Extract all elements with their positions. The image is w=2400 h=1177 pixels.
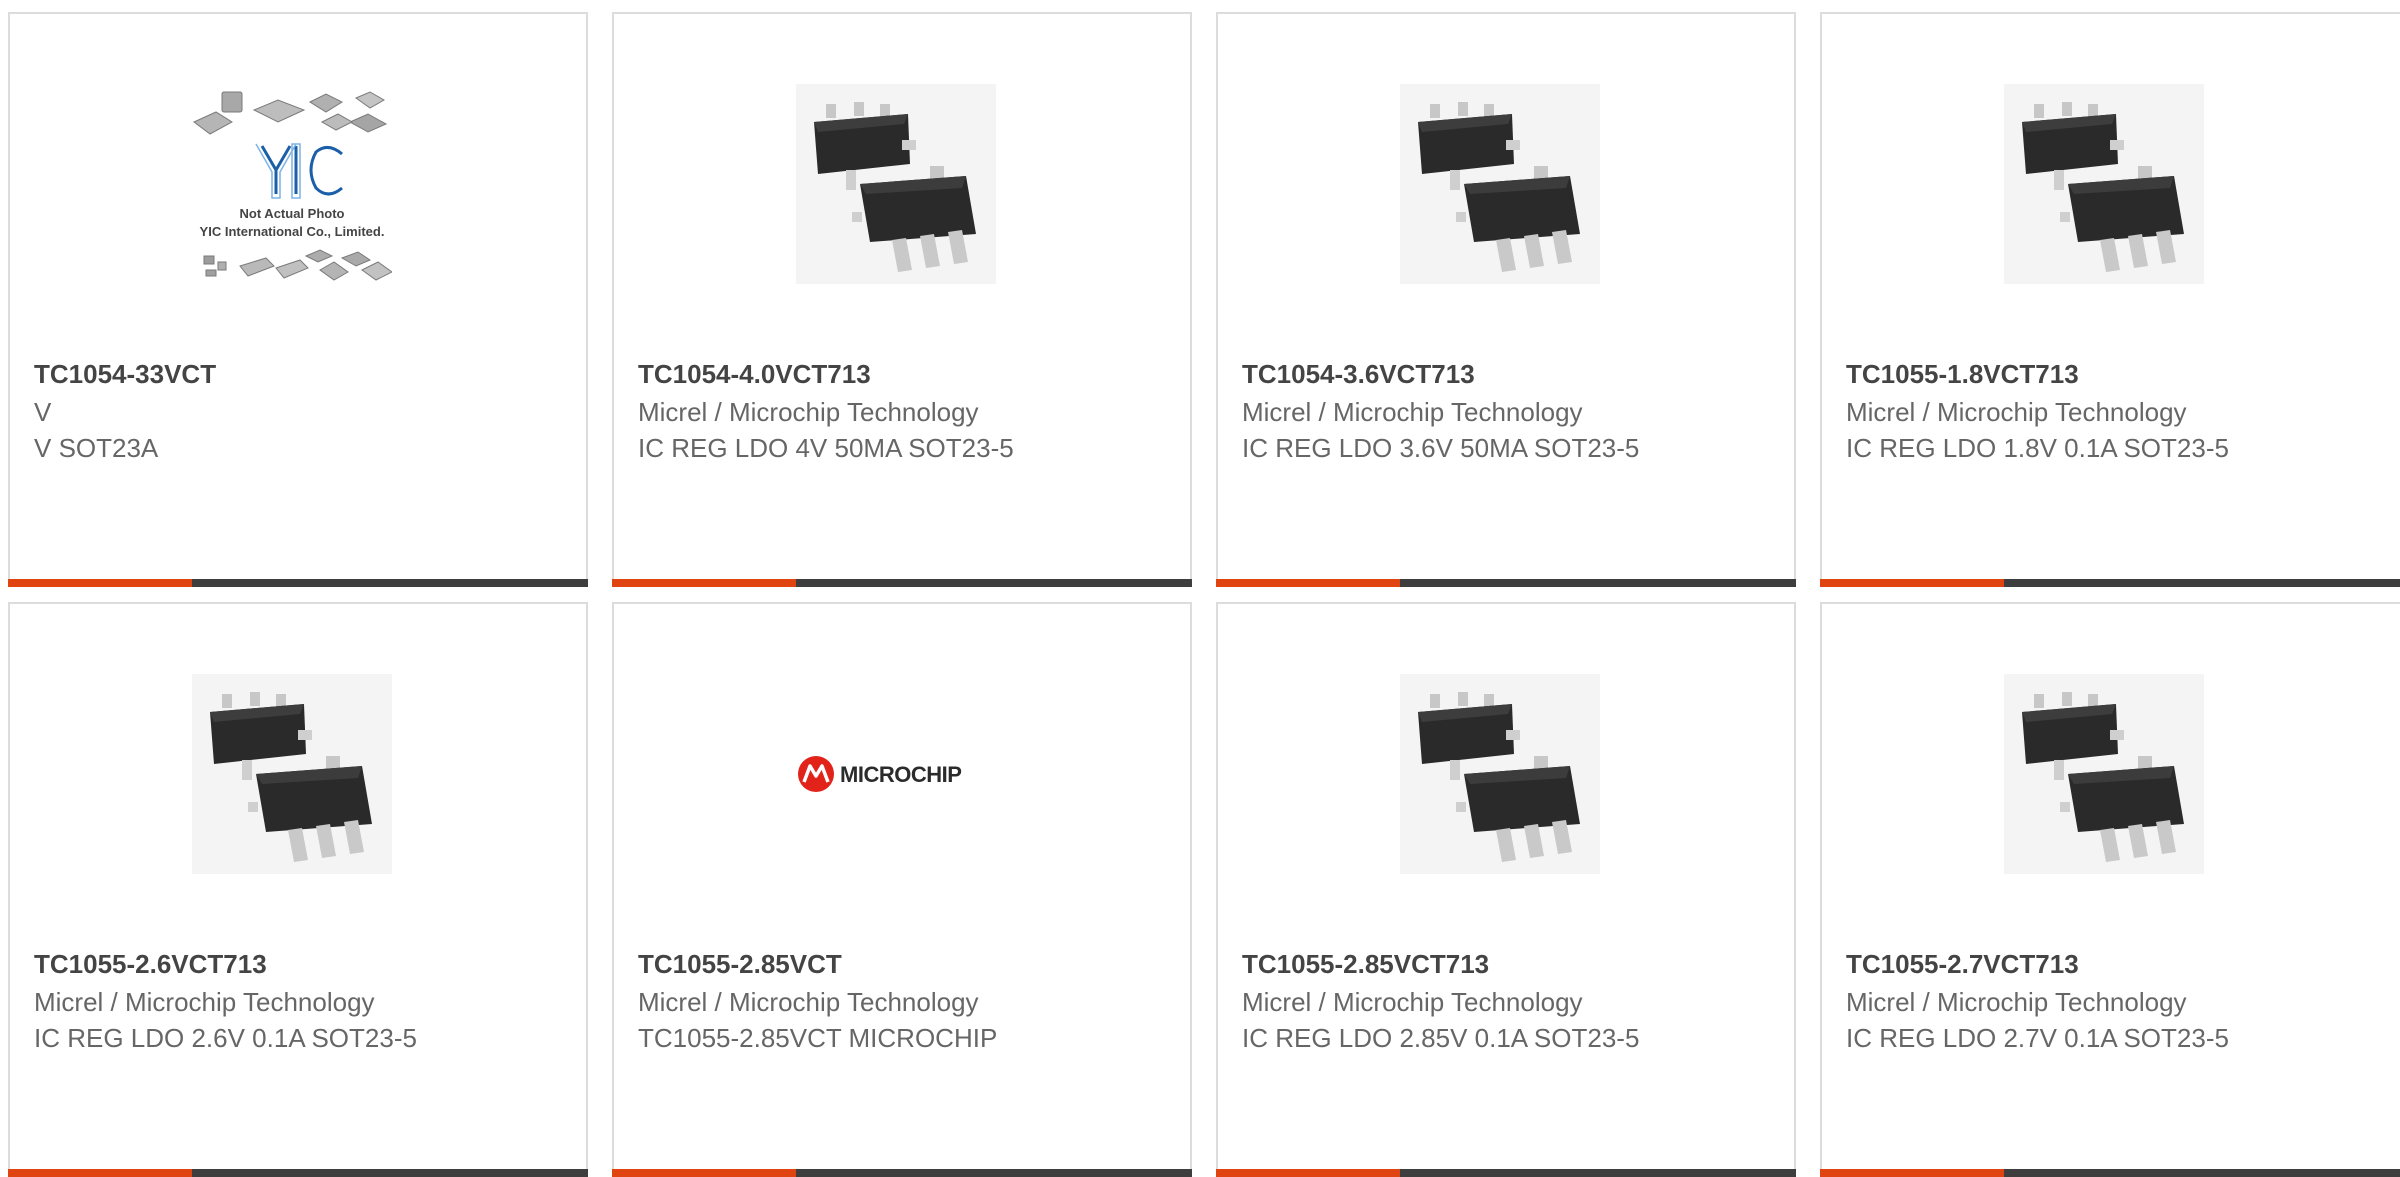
product-image[interactable] <box>2004 674 2204 874</box>
microchip-logo-text: MICROCHIP <box>840 762 961 787</box>
product-image[interactable]: Not Actual Photo YIC International Co., … <box>192 84 392 284</box>
product-image[interactable] <box>2004 84 2204 284</box>
card-footer-accent <box>1820 579 2004 587</box>
card-footer-accent <box>8 579 192 587</box>
description-text: TC1055-2.85VCT MICROCHIP <box>638 1023 998 1053</box>
description-text: IC REG LDO 2.85V 0.1A SOT23-5 <box>1242 1023 1640 1053</box>
product-image[interactable] <box>796 84 996 284</box>
manufacturer-label: Micrel / Microchip Technology <box>1242 397 1583 427</box>
product-card[interactable]: TC1054-3.6VCT713 Micrel / Microchip Tech… <box>1216 12 1796 587</box>
card-footer-bar <box>1216 579 1796 587</box>
card-footer-bar <box>8 1169 588 1177</box>
card-footer-accent <box>612 579 796 587</box>
product-card[interactable]: TC1054-4.0VCT713 Micrel / Microchip Tech… <box>612 12 1192 587</box>
description-text: IC REG LDO 2.6V 0.1A SOT23-5 <box>34 1023 417 1053</box>
product-card[interactable]: Not Actual Photo YIC International Co., … <box>8 12 588 587</box>
product-card[interactable]: TC1055-2.7VCT713 Micrel / Microchip Tech… <box>1820 602 2400 1177</box>
product-card[interactable]: MICROCHIP TC1055-2.85VCT Micrel / Microc… <box>612 602 1192 1177</box>
product-image[interactable] <box>1400 674 1600 874</box>
part-number-link[interactable]: TC1054-3.6VCT713 <box>1242 356 1770 392</box>
part-number-link[interactable]: TC1055-2.85VCT713 <box>1242 946 1770 982</box>
card-footer-bar <box>612 1169 1192 1177</box>
card-footer-accent <box>1216 579 1400 587</box>
part-number-link[interactable]: TC1054-4.0VCT713 <box>638 356 1166 392</box>
product-card[interactable]: TC1055-2.85VCT713 Micrel / Microchip Tec… <box>1216 602 1796 1177</box>
card-footer-bar <box>1216 1169 1796 1177</box>
sot23-5-package-icon <box>796 84 996 284</box>
part-number-link[interactable]: TC1055-2.7VCT713 <box>1846 946 2376 982</box>
card-footer-bar <box>8 579 588 587</box>
card-footer-bar <box>612 579 1192 587</box>
card-footer-accent <box>1216 1169 1400 1177</box>
card-footer-bar <box>1820 1169 2400 1177</box>
product-image[interactable]: MICROCHIP <box>796 674 996 874</box>
microchip-logo-icon: MICROCHIP <box>798 756 962 792</box>
sot23-5-package-icon <box>2004 84 2204 284</box>
card-footer-bar <box>1820 579 2400 587</box>
manufacturer-label: Micrel / Microchip Technology <box>1846 987 2187 1017</box>
part-number-link[interactable]: TC1055-1.8VCT713 <box>1846 356 2376 392</box>
description-text: IC REG LDO 3.6V 50MA SOT23-5 <box>1242 433 1640 463</box>
manufacturer-label: V <box>34 397 52 427</box>
manufacturer-label: Micrel / Microchip Technology <box>1846 397 2187 427</box>
manufacturer-label: Micrel / Microchip Technology <box>638 397 979 427</box>
sot23-5-package-icon <box>1400 84 1600 284</box>
card-footer-accent <box>1820 1169 2004 1177</box>
description-text: IC REG LDO 2.7V 0.1A SOT23-5 <box>1846 1023 2229 1053</box>
product-card[interactable]: TC1055-2.6VCT713 Micrel / Microchip Tech… <box>8 602 588 1177</box>
sot23-5-package-icon <box>1400 674 1600 874</box>
part-number-link[interactable]: TC1055-2.85VCT <box>638 946 1166 982</box>
manufacturer-label: Micrel / Microchip Technology <box>638 987 979 1017</box>
part-number-link[interactable]: TC1054-33VCT <box>34 356 562 392</box>
manufacturer-label: Micrel / Microchip Technology <box>1242 987 1583 1017</box>
product-image[interactable] <box>192 674 392 874</box>
description-text: IC REG LDO 1.8V 0.1A SOT23-5 <box>1846 433 2229 463</box>
card-footer-accent <box>612 1169 796 1177</box>
sot23-5-package-icon <box>2004 674 2204 874</box>
part-number-link[interactable]: TC1055-2.6VCT713 <box>34 946 562 982</box>
product-card[interactable]: TC1055-1.8VCT713 Micrel / Microchip Tech… <box>1820 12 2400 587</box>
sot23-5-package-icon <box>192 674 392 874</box>
manufacturer-label: Micrel / Microchip Technology <box>34 987 375 1017</box>
generic-ic-packages-icon: Not Actual Photo YIC International Co., … <box>193 91 392 281</box>
product-image[interactable] <box>1400 84 1600 284</box>
description-text: IC REG LDO 4V 50MA SOT23-5 <box>638 433 1014 463</box>
image-caption-line2: YIC International Co., Limited. <box>200 224 385 239</box>
description-text: V SOT23A <box>34 433 159 463</box>
card-footer-accent <box>8 1169 192 1177</box>
image-caption-line1: Not Actual Photo <box>240 206 345 221</box>
